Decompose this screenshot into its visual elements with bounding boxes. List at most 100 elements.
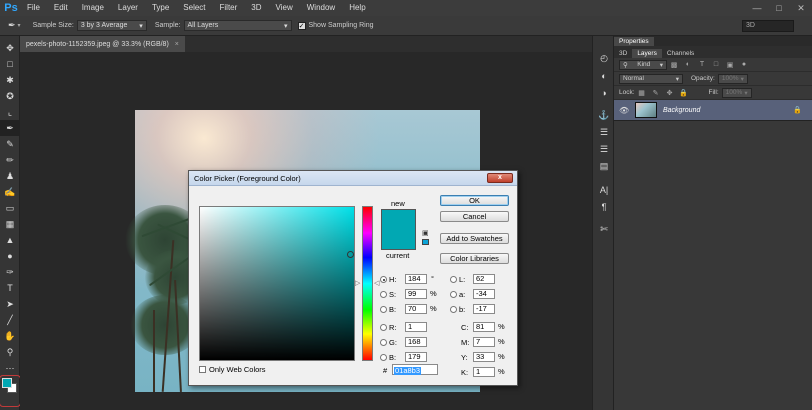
close-window-icon[interactable]: ✕ bbox=[790, 0, 812, 16]
healing-brush-tool-icon[interactable]: ✎ bbox=[0, 136, 20, 152]
menu-view[interactable]: View bbox=[269, 0, 300, 16]
clone-source-icon[interactable]: ☰ bbox=[593, 124, 615, 141]
a-radio[interactable] bbox=[450, 291, 457, 298]
k-input[interactable]: 1 bbox=[473, 367, 495, 377]
l-radio[interactable] bbox=[450, 276, 457, 283]
m-input[interactable]: 7 bbox=[473, 337, 495, 347]
adjustment-filter-icon[interactable]: ◐ bbox=[683, 60, 693, 70]
more-tools-icon[interactable]: ⋯ bbox=[0, 360, 20, 376]
r-radio[interactable] bbox=[380, 324, 387, 331]
hue-slider-right-arrow-icon[interactable]: ◁ bbox=[374, 279, 379, 287]
menu-window[interactable]: Window bbox=[300, 0, 342, 16]
clone-stamp-tool-icon[interactable]: ♟ bbox=[0, 168, 20, 184]
gradient-tool-icon[interactable]: ▦ bbox=[0, 216, 20, 232]
layer-row-background[interactable]: 👁 Background 🔒 bbox=[614, 100, 812, 121]
menu-select[interactable]: Select bbox=[176, 0, 212, 16]
l-input[interactable]: 62 bbox=[473, 274, 495, 284]
b-radio[interactable] bbox=[380, 306, 387, 313]
brush-tool-icon[interactable]: ✏ bbox=[0, 152, 20, 168]
s-input[interactable]: 99 bbox=[405, 289, 427, 299]
lab-b-input[interactable]: -17 bbox=[473, 304, 495, 314]
tools-presets-icon[interactable]: ✄ bbox=[593, 221, 615, 238]
pen-tool-icon[interactable]: ✑ bbox=[0, 264, 20, 280]
close-tab-icon[interactable]: × bbox=[175, 41, 179, 48]
color-libraries-button[interactable]: Color Libraries bbox=[440, 253, 509, 264]
adjustments-icon[interactable]: ◐ bbox=[593, 67, 615, 84]
eyedropper-preset-icon[interactable]: ✒ bbox=[8, 20, 16, 31]
a-input[interactable]: -34 bbox=[473, 289, 495, 299]
filter-toggle-icon[interactable]: ● bbox=[739, 60, 749, 70]
menu-file[interactable]: File bbox=[20, 0, 47, 16]
foreground-color-swatch[interactable] bbox=[2, 378, 12, 388]
blend-mode-select[interactable]: Normal ▾ bbox=[619, 73, 683, 84]
dialog-close-button[interactable]: x bbox=[487, 173, 513, 183]
character-icon[interactable]: A| bbox=[593, 181, 615, 198]
sample-select[interactable]: All Layers ▾ bbox=[183, 20, 292, 31]
c-input[interactable]: 81 bbox=[473, 322, 495, 332]
quick-selection-tool-icon[interactable]: ✪ bbox=[0, 88, 20, 104]
y-input[interactable]: 33 bbox=[473, 352, 495, 362]
minimize-icon[interactable]: — bbox=[746, 0, 768, 16]
web-safe-swatch-icon[interactable] bbox=[422, 239, 429, 245]
preset-dropdown-icon[interactable]: ▾ bbox=[18, 22, 21, 29]
h-radio[interactable] bbox=[380, 276, 387, 283]
tool-presets-icon[interactable]: ☰ bbox=[593, 141, 615, 158]
current-color-swatch[interactable] bbox=[381, 233, 416, 250]
lock-transparent-icon[interactable]: ▦ bbox=[637, 88, 647, 98]
pixel-filter-icon[interactable]: ▩ bbox=[669, 60, 679, 70]
show-sampling-ring-checkbox[interactable]: ✓ bbox=[297, 21, 306, 30]
h-input[interactable]: 184 bbox=[405, 274, 427, 284]
lock-pixels-icon[interactable]: ✎ bbox=[651, 88, 661, 98]
r-input[interactable]: 1 bbox=[405, 322, 427, 332]
crop-tool-icon[interactable]: ⌞ bbox=[0, 104, 20, 120]
workspace-select[interactable]: 3D bbox=[742, 20, 794, 32]
g-radio[interactable] bbox=[380, 339, 387, 346]
ok-button[interactable]: OK bbox=[440, 195, 509, 206]
history-icon[interactable]: ◴ bbox=[593, 50, 615, 67]
tab-channels[interactable]: Channels bbox=[662, 49, 699, 58]
hand-tool-icon[interactable]: ✋ bbox=[0, 328, 20, 344]
paragraph-icon[interactable]: ¶ bbox=[593, 198, 615, 215]
blur-tool-icon[interactable]: ▲ bbox=[0, 232, 20, 248]
lock-position-icon[interactable]: ✥ bbox=[665, 88, 675, 98]
history-brush-tool-icon[interactable]: ✍ bbox=[0, 184, 20, 200]
g-input[interactable]: 168 bbox=[405, 337, 427, 347]
cancel-button[interactable]: Cancel bbox=[440, 211, 509, 222]
color-field-marker[interactable] bbox=[347, 251, 354, 258]
blue-radio[interactable] bbox=[380, 354, 387, 361]
eraser-tool-icon[interactable]: ▭ bbox=[0, 200, 20, 216]
hue-slider-left-arrow-icon[interactable]: ▷ bbox=[355, 279, 360, 287]
opacity-input[interactable]: 100% ▾ bbox=[717, 73, 748, 84]
type-filter-icon[interactable]: T bbox=[697, 60, 707, 70]
menu-3d[interactable]: 3D bbox=[244, 0, 268, 16]
lab-b-radio[interactable] bbox=[450, 306, 457, 313]
lock-all-icon[interactable]: 🔒 bbox=[679, 88, 689, 98]
kind-filter-select[interactable]: ⚲ Kind ▾ bbox=[619, 59, 667, 70]
menu-edit[interactable]: Edit bbox=[47, 0, 75, 16]
dodge-tool-icon[interactable]: ● bbox=[0, 248, 20, 264]
menu-filter[interactable]: Filter bbox=[213, 0, 245, 16]
add-to-swatches-button[interactable]: Add to Swatches bbox=[440, 233, 509, 244]
zoom-tool-icon[interactable]: ⚲ bbox=[0, 344, 20, 360]
menu-layer[interactable]: Layer bbox=[111, 0, 145, 16]
menu-help[interactable]: Help bbox=[342, 0, 372, 16]
b-input[interactable]: 70 bbox=[405, 304, 427, 314]
brush-presets-icon[interactable]: ⚓ bbox=[593, 107, 615, 124]
menu-image[interactable]: Image bbox=[75, 0, 111, 16]
tab-layers[interactable]: Layers bbox=[632, 49, 662, 58]
only-web-colors-checkbox[interactable] bbox=[199, 366, 206, 373]
document-tab[interactable]: pexels-photo-1152359.jpeg @ 33.3% (RGB/8… bbox=[20, 36, 185, 52]
shape-filter-icon[interactable]: □ bbox=[711, 60, 721, 70]
move-tool-icon[interactable]: ✥ bbox=[0, 40, 20, 56]
smart-object-filter-icon[interactable]: ▣ bbox=[725, 60, 735, 70]
lasso-tool-icon[interactable]: ✱ bbox=[0, 72, 20, 88]
hue-slider[interactable] bbox=[362, 206, 373, 361]
maximize-icon[interactable]: □ bbox=[768, 0, 790, 16]
cube-icon[interactable]: ▣ bbox=[422, 229, 429, 237]
fill-input[interactable]: 100% ▾ bbox=[721, 87, 752, 98]
marquee-tool-icon[interactable]: □ bbox=[0, 56, 20, 72]
eyedropper-tool-icon[interactable]: ✒ bbox=[0, 120, 20, 136]
visibility-eye-icon[interactable]: 👁 bbox=[619, 106, 629, 115]
blue-input[interactable]: 179 bbox=[405, 352, 427, 362]
tab-3d[interactable]: 3D bbox=[614, 49, 632, 58]
